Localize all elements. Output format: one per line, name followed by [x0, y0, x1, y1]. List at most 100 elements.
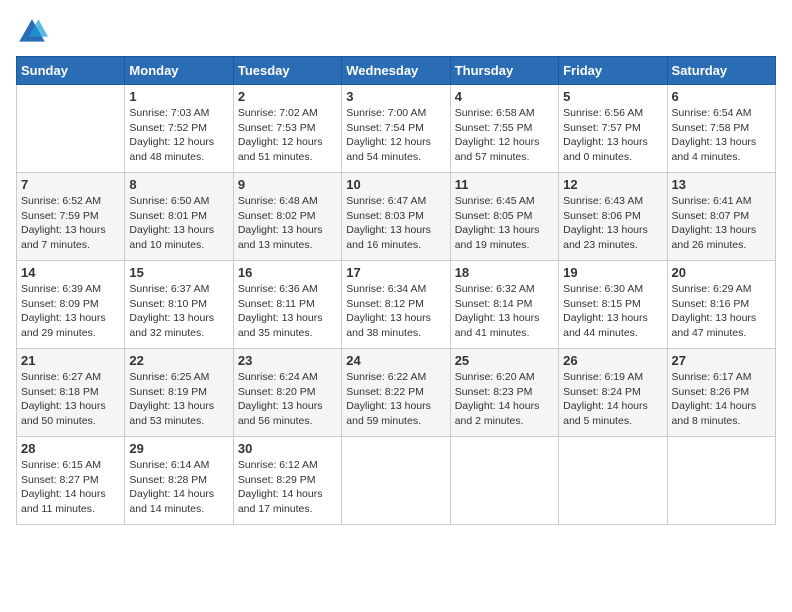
- day-info: Sunrise: 6:27 AMSunset: 8:18 PMDaylight:…: [21, 370, 120, 429]
- calendar-cell: 3Sunrise: 7:00 AMSunset: 7:54 PMDaylight…: [342, 85, 450, 173]
- day-info: Sunrise: 6:50 AMSunset: 8:01 PMDaylight:…: [129, 194, 228, 253]
- day-number: 8: [129, 177, 228, 192]
- calendar-cell: 6Sunrise: 6:54 AMSunset: 7:58 PMDaylight…: [667, 85, 775, 173]
- day-number: 13: [672, 177, 771, 192]
- day-info: Sunrise: 6:32 AMSunset: 8:14 PMDaylight:…: [455, 282, 554, 341]
- calendar-cell: 18 Sunrise: 6:32 AMSunset: 8:14 PMDayligh…: [450, 261, 558, 349]
- day-info: Sunrise: 6:41 AMSunset: 8:07 PMDaylight:…: [672, 194, 771, 253]
- day-info: Sunrise: 6:37 AMSunset: 8:10 PMDaylight:…: [129, 282, 228, 341]
- day-info: Sunrise: 6:25 AMSunset: 8:19 PMDaylight:…: [129, 370, 228, 429]
- day-info: Sunrise: 7:03 AMSunset: 7:52 PMDaylight:…: [129, 106, 228, 165]
- day-number: 15: [129, 265, 228, 280]
- calendar-cell: 30 Sunrise: 6:12 AMSunset: 8:29 PMDayligh…: [233, 437, 341, 525]
- calendar-cell: [450, 437, 558, 525]
- logo-icon: [16, 16, 48, 48]
- calendar-cell: [667, 437, 775, 525]
- day-info: Sunrise: 6:58 AMSunset: 7:55 PMDaylight:…: [455, 106, 554, 165]
- calendar-table: SundayMondayTuesdayWednesdayThursdayFrid…: [16, 56, 776, 525]
- day-info: Sunrise: 6:54 AMSunset: 7:58 PMDaylight:…: [672, 106, 771, 165]
- calendar-cell: 22 Sunrise: 6:25 AMSunset: 8:19 PMDayligh…: [125, 349, 233, 437]
- day-number: 23: [238, 353, 337, 368]
- day-info: Sunrise: 6:22 AMSunset: 8:22 PMDaylight:…: [346, 370, 445, 429]
- day-number: 12: [563, 177, 662, 192]
- day-number: 24: [346, 353, 445, 368]
- calendar-cell: 27 Sunrise: 6:17 AMSunset: 8:26 PMDayligh…: [667, 349, 775, 437]
- calendar-day-header: Wednesday: [342, 57, 450, 85]
- day-info: Sunrise: 6:52 AMSunset: 7:59 PMDaylight:…: [21, 194, 120, 253]
- day-info: Sunrise: 6:34 AMSunset: 8:12 PMDaylight:…: [346, 282, 445, 341]
- day-number: 18: [455, 265, 554, 280]
- day-info: Sunrise: 6:45 AMSunset: 8:05 PMDaylight:…: [455, 194, 554, 253]
- day-number: 28: [21, 441, 120, 456]
- day-number: 1: [129, 89, 228, 104]
- calendar-cell: 13 Sunrise: 6:41 AMSunset: 8:07 PMDayligh…: [667, 173, 775, 261]
- calendar-cell: [17, 85, 125, 173]
- calendar-cell: 1 Sunrise: 7:03 AMSunset: 7:52 PMDaylight…: [125, 85, 233, 173]
- day-number: 27: [672, 353, 771, 368]
- day-number: 22: [129, 353, 228, 368]
- calendar-cell: 28 Sunrise: 6:15 AMSunset: 8:27 PMDayligh…: [17, 437, 125, 525]
- day-info: Sunrise: 6:14 AMSunset: 8:28 PMDaylight:…: [129, 458, 228, 517]
- calendar-cell: 4Sunrise: 6:58 AMSunset: 7:55 PMDaylight…: [450, 85, 558, 173]
- day-number: 19: [563, 265, 662, 280]
- calendar-cell: 2 Sunrise: 7:02 AMSunset: 7:53 PMDaylight…: [233, 85, 341, 173]
- day-number: 16: [238, 265, 337, 280]
- calendar-cell: 10 Sunrise: 6:47 AMSunset: 8:03 PMDayligh…: [342, 173, 450, 261]
- day-info: Sunrise: 6:12 AMSunset: 8:29 PMDaylight:…: [238, 458, 337, 517]
- calendar-day-header: Monday: [125, 57, 233, 85]
- calendar-cell: 16 Sunrise: 6:36 AMSunset: 8:11 PMDayligh…: [233, 261, 341, 349]
- day-info: Sunrise: 6:19 AMSunset: 8:24 PMDaylight:…: [563, 370, 662, 429]
- day-number: 2: [238, 89, 337, 104]
- day-number: 5: [563, 89, 662, 104]
- day-info: Sunrise: 6:15 AMSunset: 8:27 PMDaylight:…: [21, 458, 120, 517]
- day-info: Sunrise: 6:29 AMSunset: 8:16 PMDaylight:…: [672, 282, 771, 341]
- calendar-cell: 21 Sunrise: 6:27 AMSunset: 8:18 PMDayligh…: [17, 349, 125, 437]
- day-info: Sunrise: 6:47 AMSunset: 8:03 PMDaylight:…: [346, 194, 445, 253]
- calendar-cell: [559, 437, 667, 525]
- day-number: 7: [21, 177, 120, 192]
- day-number: 14: [21, 265, 120, 280]
- calendar-header: SundayMondayTuesdayWednesdayThursdayFrid…: [17, 57, 776, 85]
- day-info: Sunrise: 6:36 AMSunset: 8:11 PMDaylight:…: [238, 282, 337, 341]
- day-info: Sunrise: 6:17 AMSunset: 8:26 PMDaylight:…: [672, 370, 771, 429]
- calendar-day-header: Thursday: [450, 57, 558, 85]
- day-number: 17: [346, 265, 445, 280]
- calendar-cell: 26 Sunrise: 6:19 AMSunset: 8:24 PMDayligh…: [559, 349, 667, 437]
- calendar-day-header: Tuesday: [233, 57, 341, 85]
- calendar-cell: 5 Sunrise: 6:56 AMSunset: 7:57 PMDaylight…: [559, 85, 667, 173]
- calendar-cell: [342, 437, 450, 525]
- page-header: [16, 16, 776, 48]
- day-info: Sunrise: 6:20 AMSunset: 8:23 PMDaylight:…: [455, 370, 554, 429]
- day-number: 26: [563, 353, 662, 368]
- logo: [16, 16, 52, 48]
- day-info: Sunrise: 7:00 AMSunset: 7:54 PMDaylight:…: [346, 106, 445, 165]
- day-number: 20: [672, 265, 771, 280]
- calendar-cell: 20 Sunrise: 6:29 AMSunset: 8:16 PMDayligh…: [667, 261, 775, 349]
- calendar-cell: 29 Sunrise: 6:14 AMSunset: 8:28 PMDayligh…: [125, 437, 233, 525]
- calendar-cell: 7 Sunrise: 6:52 AMSunset: 7:59 PMDaylight…: [17, 173, 125, 261]
- calendar-cell: 11 Sunrise: 6:45 AMSunset: 8:05 PMDayligh…: [450, 173, 558, 261]
- day-info: Sunrise: 6:24 AMSunset: 8:20 PMDaylight:…: [238, 370, 337, 429]
- calendar-cell: 24 Sunrise: 6:22 AMSunset: 8:22 PMDayligh…: [342, 349, 450, 437]
- day-info: Sunrise: 6:43 AMSunset: 8:06 PMDaylight:…: [563, 194, 662, 253]
- day-info: Sunrise: 7:02 AMSunset: 7:53 PMDaylight:…: [238, 106, 337, 165]
- calendar-cell: 25Sunrise: 6:20 AMSunset: 8:23 PMDayligh…: [450, 349, 558, 437]
- calendar-cell: 14 Sunrise: 6:39 AMSunset: 8:09 PMDayligh…: [17, 261, 125, 349]
- day-info: Sunrise: 6:56 AMSunset: 7:57 PMDaylight:…: [563, 106, 662, 165]
- calendar-day-header: Saturday: [667, 57, 775, 85]
- day-number: 11: [455, 177, 554, 192]
- day-number: 10: [346, 177, 445, 192]
- day-number: 21: [21, 353, 120, 368]
- calendar-cell: 23 Sunrise: 6:24 AMSunset: 8:20 PMDayligh…: [233, 349, 341, 437]
- day-info: Sunrise: 6:30 AMSunset: 8:15 PMDaylight:…: [563, 282, 662, 341]
- calendar-cell: 9Sunrise: 6:48 AMSunset: 8:02 PMDaylight…: [233, 173, 341, 261]
- day-info: Sunrise: 6:48 AMSunset: 8:02 PMDaylight:…: [238, 194, 337, 253]
- calendar-day-header: Friday: [559, 57, 667, 85]
- calendar-cell: 8 Sunrise: 6:50 AMSunset: 8:01 PMDaylight…: [125, 173, 233, 261]
- calendar-cell: 17 Sunrise: 6:34 AMSunset: 8:12 PMDayligh…: [342, 261, 450, 349]
- day-info: Sunrise: 6:39 AMSunset: 8:09 PMDaylight:…: [21, 282, 120, 341]
- day-number: 30: [238, 441, 337, 456]
- day-number: 29: [129, 441, 228, 456]
- calendar-day-header: Sunday: [17, 57, 125, 85]
- calendar-cell: 19 Sunrise: 6:30 AMSunset: 8:15 PMDayligh…: [559, 261, 667, 349]
